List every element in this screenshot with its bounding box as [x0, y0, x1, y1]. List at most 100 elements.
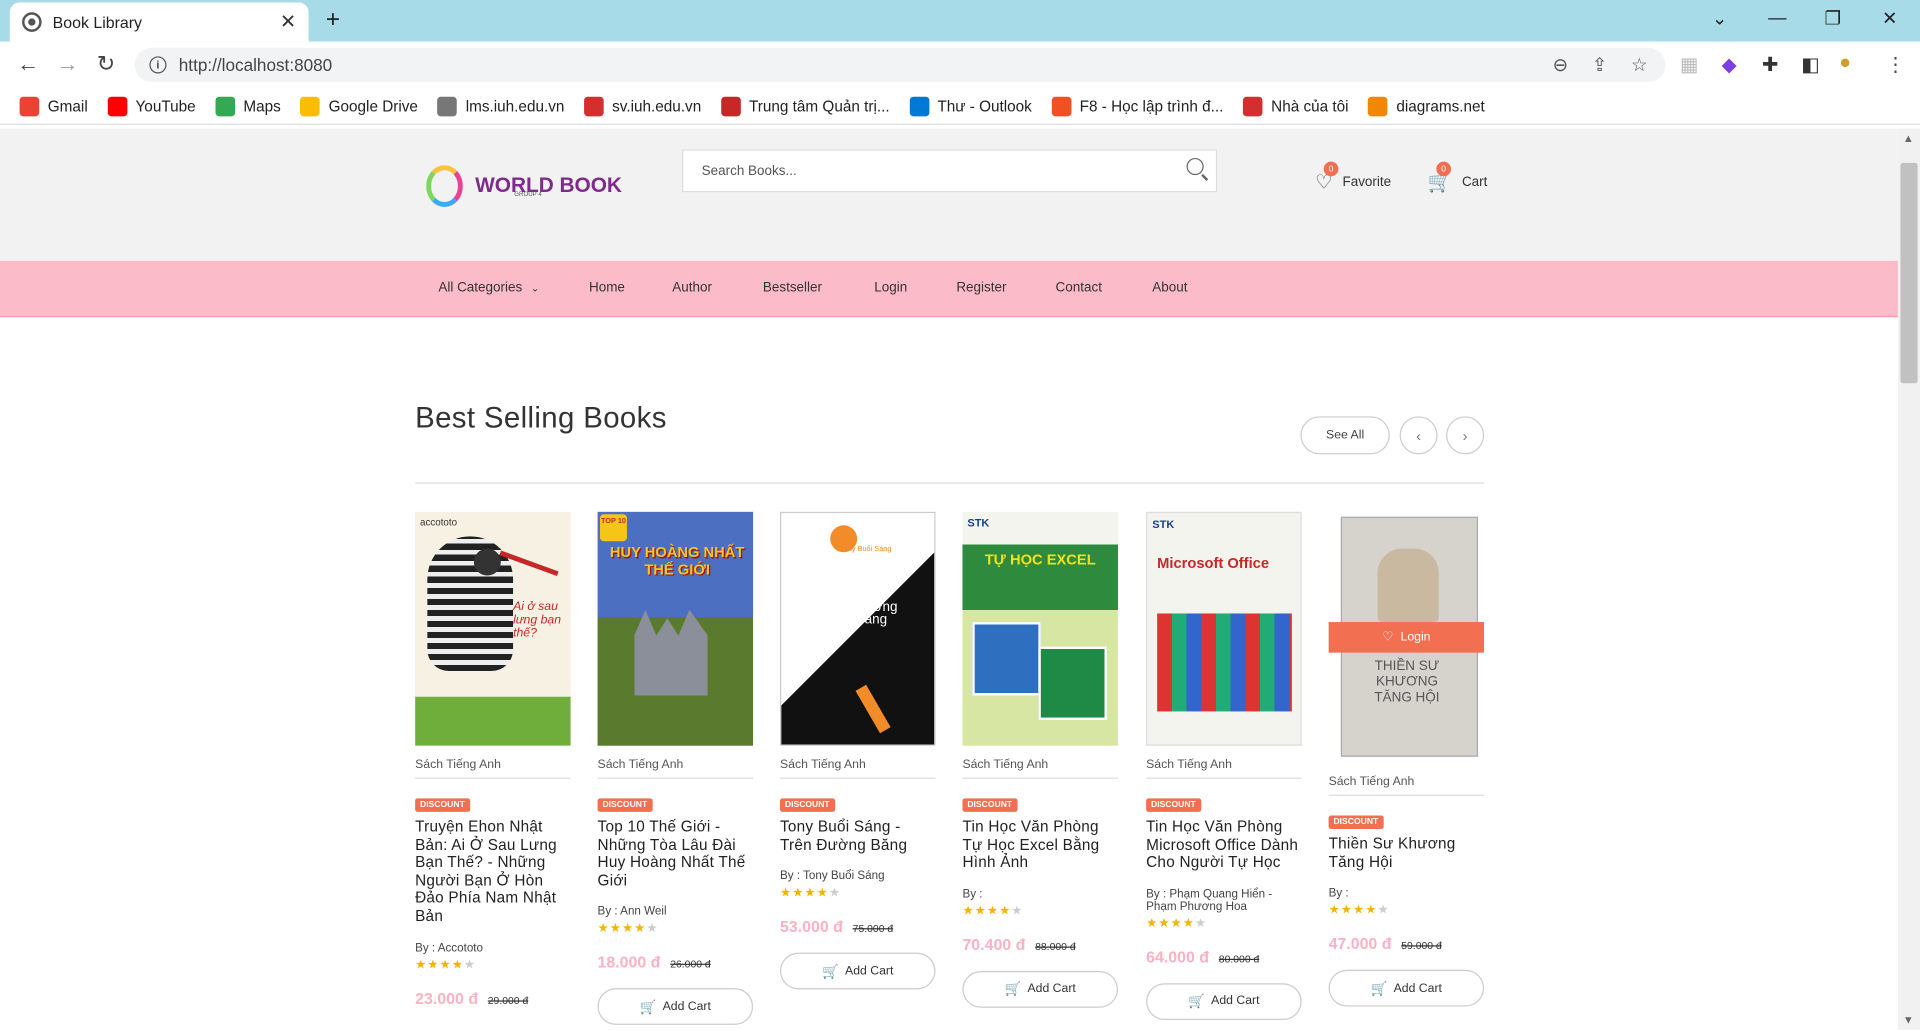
book-title[interactable]: Tony Buổi Sáng - Trên Đường Băng	[780, 818, 936, 854]
puzzle-icon[interactable]: ✚	[1762, 53, 1778, 77]
book-title[interactable]: Truyện Ehon Nhật Bản: Ai Ở Sau Lưng Bạn …	[415, 818, 571, 925]
menu-bestseller[interactable]: Bestseller	[763, 280, 822, 295]
bookmark-label: diagrams.net	[1396, 97, 1485, 115]
bookmark-item[interactable]: lms.iuh.edu.vn	[437, 96, 564, 116]
bookmark-item[interactable]: sv.iuh.edu.vn	[583, 96, 701, 116]
book-cover[interactable]: Tony Buổi Sáng trên đường băng ✈	[780, 511, 936, 746]
book-category: Sách Tiếng Anh	[415, 758, 571, 779]
home-iuh-icon	[1242, 96, 1263, 116]
book-card[interactable]: TOP 10 HUY HOÀNG NHẤT THẾ GIỚI Sách Tiến…	[597, 511, 754, 1026]
book-card[interactable]: STK Microsoft Office Sách Tiếng Anh DISC…	[1146, 511, 1302, 1020]
zoom-icon[interactable]: ⊖	[1553, 54, 1568, 76]
grass	[415, 696, 571, 746]
book-category: Sách Tiếng Anh	[1146, 758, 1302, 779]
extension-grid-icon[interactable]: ▦	[1680, 53, 1699, 77]
window-close-icon[interactable]: ✕	[1882, 7, 1897, 30]
bookmark-item[interactable]: Trung tâm Quản trị...	[720, 96, 890, 116]
book-card[interactable]: THIỀN SƯ KHƯƠNG TĂNG HỘI ♡ Login Sách Tiế…	[1328, 512, 1485, 1007]
avatar[interactable]: ●	[1839, 53, 1851, 75]
f8-icon	[1051, 96, 1072, 116]
bookmark-item[interactable]: Maps	[215, 96, 281, 116]
bookmark-item[interactable]: Nhà của tôi	[1242, 96, 1349, 116]
castle-illustration	[634, 609, 708, 696]
lms-icon	[437, 96, 458, 116]
site-logo[interactable]: WORLD BOOK GROUP 4	[426, 165, 622, 207]
bookmark-item[interactable]: diagrams.net	[1368, 96, 1485, 116]
info-icon[interactable]: i	[149, 56, 167, 74]
close-tab-icon[interactable]: ✕	[280, 10, 296, 34]
add-cart-button[interactable]: 🛒 Add Cart	[1146, 983, 1302, 1020]
cover-title: Ai ở sau lưng bạn thế?	[513, 600, 562, 641]
restore-icon[interactable]: ❐	[1825, 7, 1841, 30]
back-icon[interactable]: ←	[17, 51, 39, 77]
book-cover[interactable]: TOP 10 HUY HOÀNG NHẤT THẾ GIỚI	[597, 511, 754, 746]
scrollbar[interactable]: ▲ ▼	[1897, 128, 1920, 1030]
menu-about[interactable]: About	[1152, 280, 1187, 295]
menu-dots-icon[interactable]: ⋮	[1886, 53, 1906, 77]
book-title[interactable]: Tin Học Văn Phòng Microsoft Office Dành …	[1146, 818, 1302, 872]
url-bar[interactable]: i http://localhost:8080 ⊖ ⇪ ☆	[134, 47, 1666, 83]
book-card[interactable]: STK TỰ HỌC EXCEL Sách Tiếng Anh DISCOUNT…	[962, 511, 1118, 1008]
old-price: 26.000 đ	[670, 958, 711, 971]
forward-icon[interactable]: →	[56, 51, 78, 77]
tab-search-icon[interactable]: ⌄	[1712, 7, 1727, 30]
add-cart-button[interactable]: 🛒 Add Cart	[1328, 970, 1485, 1007]
book-category: Sách Tiếng Anh	[1328, 775, 1485, 796]
book-title[interactable]: Thiền Sư Khương Tăng Hội	[1329, 835, 1485, 871]
url-text: http://localhost:8080	[178, 55, 333, 75]
book-cover[interactable]: STK TỰ HỌC EXCEL	[962, 511, 1118, 746]
star-icon[interactable]: ☆	[1631, 54, 1647, 76]
menu-register[interactable]: Register	[956, 280, 1006, 295]
scroll-up-icon[interactable]: ▲	[1903, 132, 1914, 144]
prev-arrow-icon[interactable]: ‹	[1399, 416, 1438, 455]
reload-icon[interactable]: ↻	[97, 51, 115, 77]
share-icon[interactable]: ⇪	[1592, 54, 1607, 76]
bookmark-item[interactable]: YouTube	[107, 96, 196, 116]
new-tab-icon[interactable]: +	[326, 6, 340, 34]
cart-icon: 🛒	[1370, 981, 1388, 997]
scrollbar-thumb[interactable]	[1900, 162, 1918, 384]
menu-home[interactable]: Home	[589, 280, 625, 295]
sidepanel-icon[interactable]: ◧	[1801, 53, 1820, 77]
favorite-link[interactable]: ♡ 0 Favorite	[1315, 161, 1391, 194]
menu-author[interactable]: Author	[672, 280, 712, 295]
bookmark-item[interactable]: F8 - Học lập trình đ...	[1051, 96, 1223, 116]
book-cover[interactable]: accototo Ai ở sau lưng bạn thế?	[415, 511, 571, 746]
book-title[interactable]: Tin Học Văn Phòng Tự Học Excel Bằng Hình…	[962, 818, 1118, 872]
bookmark-item[interactable]: Thư - Outlook	[909, 96, 1032, 116]
add-cart-button[interactable]: 🛒 Add Cart	[962, 970, 1118, 1008]
book-card[interactable]: accototo Ai ở sau lưng bạn thế? Sách Tiế…	[415, 511, 571, 1007]
cover-brand: accototo	[420, 516, 458, 528]
scroll-down-icon[interactable]: ▼	[1903, 1014, 1914, 1026]
minimize-icon[interactable]: —	[1768, 7, 1786, 28]
rating-stars: ★★★★★	[1328, 903, 1390, 918]
heart-icon: ♡ 0	[1315, 161, 1339, 194]
search-input[interactable]: Search Books...	[682, 149, 1218, 193]
book-card[interactable]: Tony Buổi Sáng trên đường băng ✈ Sách Ti…	[780, 511, 936, 990]
discount-badge: DISCOUNT	[415, 798, 470, 812]
browser-tab[interactable]: Book Library ✕	[9, 2, 309, 42]
book-cover[interactable]: STK Microsoft Office	[1146, 511, 1302, 746]
see-all-button[interactable]: See All	[1300, 416, 1390, 455]
menu-all-categories[interactable]: All Categories ⌄	[438, 280, 539, 295]
next-arrow-icon[interactable]: ›	[1446, 416, 1485, 455]
search-icon[interactable]	[1186, 157, 1204, 176]
bookmarks-bar: Gmail YouTube Maps Google Drive lms.iuh.edu.…	[0, 88, 1920, 125]
add-cart-button[interactable]: 🛒 Add Cart	[597, 988, 754, 1026]
cart-link[interactable]: 🛒 0 Cart	[1428, 161, 1487, 194]
menu-login[interactable]: Login	[874, 280, 907, 295]
book-cover[interactable]: THIỀN SƯ KHƯƠNG TĂNG HỘI ♡ Login	[1328, 512, 1485, 763]
extension-icon[interactable]: ◆	[1722, 53, 1737, 77]
menu-contact[interactable]: Contact	[1056, 280, 1102, 295]
old-price: 29.000 đ	[487, 993, 529, 1007]
login-overlay-button[interactable]: ♡ Login	[1328, 622, 1485, 653]
cover-author: Tony Buổi Sáng	[840, 546, 892, 554]
book-title[interactable]: Top 10 Thế Giới - Những Tòa Lâu Đài Huy …	[598, 818, 754, 889]
center-icon	[720, 96, 741, 116]
bookmark-item[interactable]: Google Drive	[300, 96, 418, 116]
cart-icon: 🛒	[1188, 994, 1206, 1010]
bookmark-item[interactable]: Gmail	[19, 96, 88, 116]
cover-title: THIỀN SƯ KHƯƠNG TĂNG HỘI	[1374, 658, 1440, 706]
add-cart-button[interactable]: 🛒 Add Cart	[780, 952, 936, 990]
tab-title: Book Library	[52, 12, 143, 32]
